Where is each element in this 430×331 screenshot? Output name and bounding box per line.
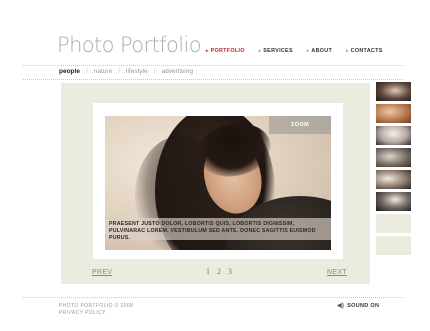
zoom-button[interactable]: ZOOM xyxy=(269,116,331,134)
category-lifestyle[interactable]: lifestyle xyxy=(126,68,148,75)
privacy-policy-link[interactable]: PRIVACY POLICY xyxy=(59,310,133,317)
gallery-frame: ZOOM PRAESENT JUSTO DOLOR, LOBORTIS QUIS… xyxy=(61,83,370,284)
category-nature[interactable]: nature xyxy=(94,68,112,75)
nav-item-contacts[interactable]: ▸ CONTACTS xyxy=(346,48,383,54)
site-title: Photo Portfolio xyxy=(57,33,202,57)
page-numbers: 1 2 3 xyxy=(206,267,239,276)
header-divider xyxy=(23,65,404,66)
footer-info: PHOTO PORTFOLIO © 2008 PRIVACY POLICY xyxy=(59,303,133,316)
copyright-text: PHOTO PORTFOLIO © 2008 xyxy=(59,303,134,309)
arrow-right-icon: ▸ xyxy=(346,48,349,53)
thumbnail[interactable] xyxy=(376,170,411,189)
sound-toggle[interactable]: ◀) SOUND ON xyxy=(337,302,380,310)
thumbnail-strip xyxy=(376,82,411,258)
category-people[interactable]: people xyxy=(59,68,80,75)
thumbnail[interactable] xyxy=(376,192,411,211)
prev-link[interactable]: PREV xyxy=(92,269,112,276)
main-photo[interactable]: ZOOM PRAESENT JUSTO DOLOR, LOBORTIS QUIS… xyxy=(105,116,331,250)
speaker-icon: ◀) xyxy=(337,303,345,309)
thumbnail-placeholder xyxy=(376,214,411,233)
nav-item-label: CONTACTS xyxy=(350,48,383,54)
category-nav: people / nature / lifestyle / advertisin… xyxy=(59,68,193,75)
subnav-divider xyxy=(23,79,404,80)
thumbnail[interactable] xyxy=(376,148,411,167)
nav-item-about[interactable]: ▸ ABOUT xyxy=(307,48,332,54)
next-link[interactable]: NEXT xyxy=(327,269,347,276)
arrow-right-icon: ▸ xyxy=(306,48,310,53)
main-nav: ▸ PORTFOLIO ▸ SERVICES ▸ ABOUT ▸ CONTACT… xyxy=(206,48,397,54)
thumbnail[interactable] xyxy=(376,82,411,101)
category-separator: / xyxy=(153,68,156,75)
photo-card: ZOOM PRAESENT JUSTO DOLOR, LOBORTIS QUIS… xyxy=(93,103,343,259)
photo-caption: PRAESENT JUSTO DOLOR, LOBORTIS QUIS, LOB… xyxy=(105,218,331,241)
category-advertising[interactable]: advertising xyxy=(162,68,193,75)
nav-item-portfolio[interactable]: ▸ PORTFOLIO xyxy=(206,48,245,54)
thumbnail[interactable] xyxy=(376,126,411,145)
thumbnail[interactable] xyxy=(376,104,411,123)
arrow-right-icon: ▸ xyxy=(258,48,262,53)
page-2-link[interactable]: 2 xyxy=(217,267,221,276)
thumbnail-placeholder xyxy=(376,236,411,255)
page-1-link[interactable]: 1 xyxy=(206,267,210,276)
page-3-link[interactable]: 3 xyxy=(228,267,232,276)
nav-item-label: PORTFOLIO xyxy=(210,48,245,54)
footer-divider xyxy=(23,297,404,298)
nav-item-label: SERVICES xyxy=(263,48,293,54)
nav-item-services[interactable]: ▸ SERVICES xyxy=(259,48,293,54)
arrow-right-icon: ▸ xyxy=(206,48,209,53)
category-separator: / xyxy=(118,68,121,75)
nav-item-label: ABOUT xyxy=(311,48,333,54)
sound-label: SOUND ON xyxy=(347,302,380,309)
category-separator: / xyxy=(85,68,88,75)
